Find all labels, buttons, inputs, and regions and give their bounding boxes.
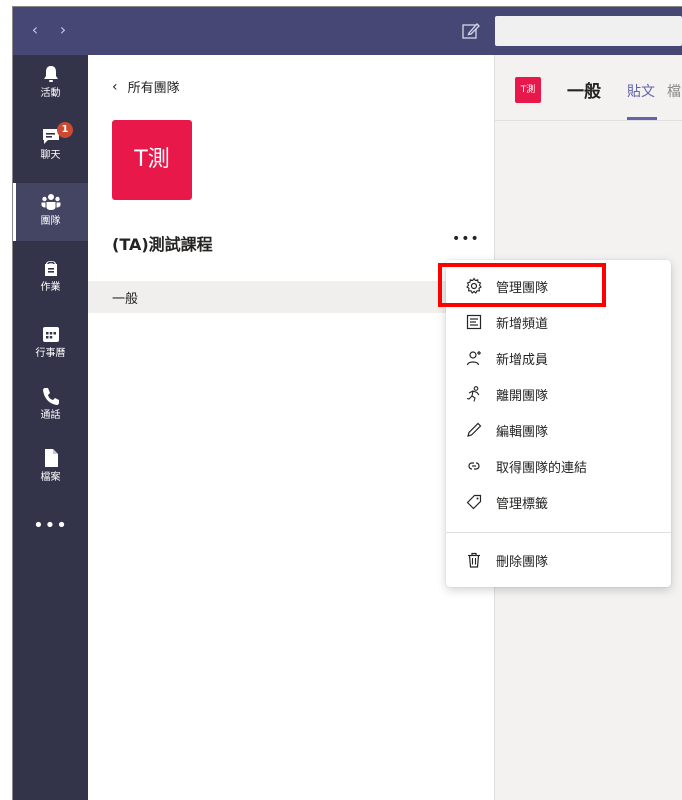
search-input[interactable]	[495, 16, 682, 46]
rail-item-assignments[interactable]: 作業	[13, 249, 88, 307]
menu-item-leave-team[interactable]: 離開團隊	[446, 376, 671, 412]
team-panel: ‹ 所有團隊 T測 (TA)測試課程 ••• 一般	[88, 55, 494, 800]
rail-label: 作業	[40, 282, 61, 293]
channel-item-general[interactable]: 一般	[88, 281, 494, 313]
rail-label: 通話	[40, 410, 61, 421]
tab-files[interactable]: 檔	[667, 81, 681, 101]
rail-item-chat[interactable]: 1 聊天	[13, 117, 88, 175]
highlight-annotation	[438, 263, 606, 307]
trash-icon	[464, 550, 484, 570]
menu-item-label: 離開團隊	[496, 388, 549, 404]
menu-item-delete-team[interactable]: 刪除團隊	[446, 542, 671, 578]
rail-item-calls[interactable]: 通話	[13, 377, 88, 435]
rail-item-calendar[interactable]: 行事曆	[13, 315, 88, 373]
bell-icon	[43, 66, 58, 82]
menu-item-add-member[interactable]: 新增成員	[446, 340, 671, 376]
menu-item-label: 編輯團隊	[496, 424, 549, 440]
team-options-menu: 管理團隊 新增頻道 新增成員 離開團隊 編輯團隊 取得團隊的連結 管理標籤 刪除…	[446, 260, 671, 587]
rail-item-teams[interactable]: 團隊	[13, 183, 88, 241]
all-teams-label: 所有團隊	[127, 81, 180, 96]
rail-label: 活動	[40, 88, 61, 99]
channel-title: 一般	[567, 82, 601, 102]
app-bar: 活動 1 聊天 團隊 作業 行事曆 通話 檔案 •••	[13, 55, 88, 800]
calendar-icon	[42, 327, 59, 342]
menu-item-label: 新增頻道	[496, 316, 549, 332]
pencil-icon	[464, 420, 484, 440]
rail-label: 聊天	[40, 150, 61, 161]
file-icon	[44, 449, 58, 467]
menu-item-manage-tags[interactable]: 管理標籤	[446, 484, 671, 520]
tab-posts[interactable]: 貼文	[627, 81, 655, 101]
rail-item-activity[interactable]: 活動	[13, 55, 88, 113]
menu-item-edit-team[interactable]: 編輯團隊	[446, 412, 671, 448]
channel-team-avatar: T測	[515, 77, 541, 103]
active-tab-indicator	[627, 117, 657, 120]
channel-icon	[464, 312, 484, 332]
rail-item-files[interactable]: 檔案	[13, 439, 88, 497]
menu-item-label: 取得團隊的連結	[496, 460, 588, 476]
teams-window: ‹ › 活動 1 聊天 團隊 作業 行事曆 通話 檔案 ••• ‹ 所有團隊 T…	[0, 0, 682, 800]
chevron-left-icon: ‹	[112, 78, 118, 95]
more-apps-button[interactable]: •••	[13, 515, 88, 536]
forward-nav-button[interactable]: ›	[53, 19, 73, 41]
add-member-icon	[464, 348, 484, 368]
assignments-icon	[44, 261, 57, 276]
menu-item-label: 管理標籤	[496, 496, 549, 512]
all-teams-link[interactable]: ‹ 所有團隊	[112, 77, 180, 97]
rail-label: 檔案	[40, 472, 61, 483]
menu-item-label: 新增成員	[496, 352, 549, 368]
compose-icon[interactable]	[461, 21, 481, 41]
back-nav-button[interactable]: ‹	[25, 19, 45, 41]
menu-item-label: 刪除團隊	[496, 554, 549, 570]
channel-header: T測 一般 貼文 檔	[495, 55, 682, 121]
link-icon	[464, 456, 484, 476]
rail-label: 團隊	[40, 216, 61, 227]
menu-item-add-channel[interactable]: 新增頻道	[446, 304, 671, 340]
menu-item-get-link[interactable]: 取得團隊的連結	[446, 448, 671, 484]
chevron-right-icon: ›	[59, 20, 67, 39]
phone-icon	[42, 388, 59, 405]
channel-label: 一般	[112, 292, 139, 307]
leave-icon	[464, 384, 484, 404]
unread-badge: 1	[57, 122, 73, 138]
title-bar: ‹ ›	[13, 7, 682, 55]
team-more-options-button[interactable]: •••	[452, 231, 480, 247]
menu-divider	[446, 532, 671, 533]
chevron-left-icon: ‹	[31, 20, 39, 39]
teams-icon	[41, 194, 60, 210]
tag-icon	[464, 492, 484, 512]
rail-label: 行事曆	[35, 348, 66, 359]
team-avatar: T測	[112, 120, 192, 200]
team-name: (TA)測試課程	[112, 235, 213, 254]
